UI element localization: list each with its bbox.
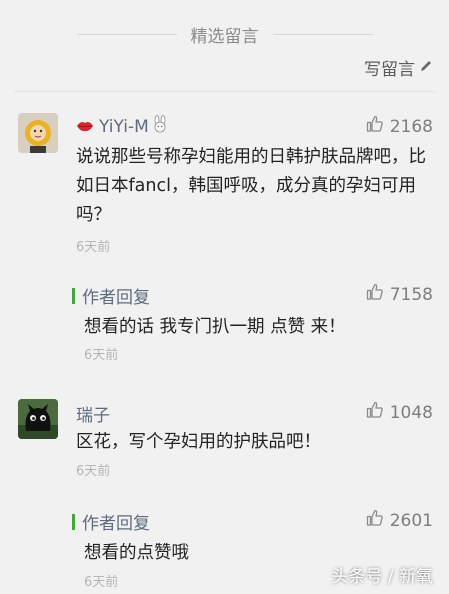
- reply-bar: [72, 287, 75, 304]
- like-button[interactable]: 7158: [366, 283, 433, 306]
- reply-bar: [72, 513, 75, 530]
- reply-time: 6天前: [84, 575, 119, 590]
- author-reply-label: 作者回复: [72, 509, 150, 534]
- pencil-icon: [415, 58, 433, 78]
- write-comment-label: 写留言: [364, 60, 415, 80]
- like-count: 7158: [389, 284, 433, 305]
- avatar[interactable]: [18, 113, 58, 153]
- comment-text: 区花，写个孕妇用的护肤品吧！: [76, 432, 321, 452]
- like-count: 2601: [389, 510, 433, 531]
- featured-comments-header: 精选留言: [0, 22, 449, 47]
- like-button[interactable]: 2601: [366, 509, 433, 532]
- reply-time: 6天前: [84, 348, 119, 363]
- write-comment-button[interactable]: 写留言: [364, 55, 433, 80]
- comment-time: 6天前: [76, 240, 111, 255]
- author-name: YiYi-M: [99, 116, 149, 137]
- reply-label-text: 作者回复: [82, 514, 150, 534]
- comment-author[interactable]: 瑞子: [76, 401, 110, 426]
- section-title: 精选留言: [190, 26, 259, 47]
- watermark: 头条号 / 新氧: [331, 567, 433, 587]
- comment-time: 6天前: [76, 464, 111, 479]
- like-count: 1048: [389, 402, 433, 423]
- like-button[interactable]: 2168: [366, 115, 433, 138]
- like-count: 2168: [389, 116, 433, 137]
- lips-icon: [76, 117, 94, 137]
- thumbs-up-icon: [366, 115, 390, 138]
- author-name: 瑞子: [76, 406, 110, 426]
- divider: [14, 91, 435, 92]
- reply-label-text: 作者回复: [82, 288, 150, 308]
- header-divider-right: [272, 33, 373, 35]
- comment-author[interactable]: YiYi-M: [76, 115, 169, 138]
- bunny-icon: [151, 115, 169, 138]
- like-button[interactable]: 1048: [366, 401, 433, 424]
- avatar[interactable]: [18, 399, 58, 439]
- thumbs-up-icon: [366, 283, 390, 306]
- thumbs-up-icon: [366, 401, 390, 424]
- reply-text: 想看的话 我专门扒一期 点赞 来！: [84, 317, 346, 337]
- comment-text: 说说那些号称孕妇能用的日韩护肤品牌吧，比如日本fancl，韩国呼吸，成分真的孕妇…: [76, 147, 426, 225]
- header-divider-left: [76, 33, 177, 35]
- thumbs-up-icon: [366, 509, 390, 532]
- author-reply-label: 作者回复: [72, 283, 150, 308]
